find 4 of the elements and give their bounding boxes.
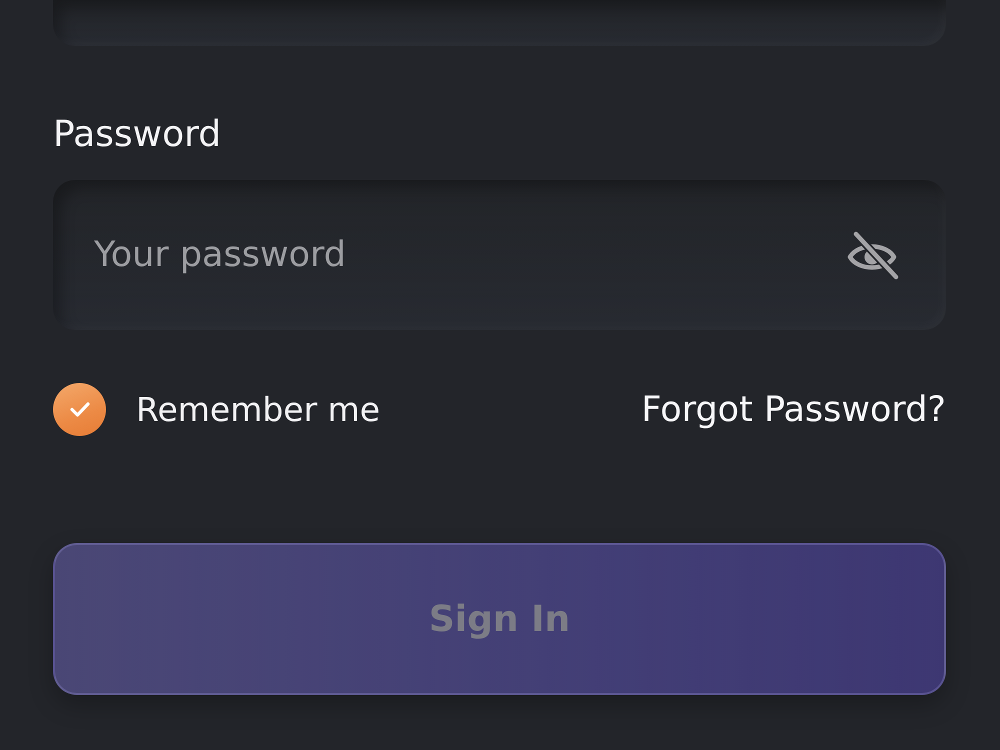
check-icon: [70, 402, 90, 417]
password-label: Password: [53, 114, 222, 156]
remember-me-label[interactable]: Remember me: [136, 390, 380, 429]
forgot-password-link[interactable]: Forgot Password?: [641, 390, 946, 430]
